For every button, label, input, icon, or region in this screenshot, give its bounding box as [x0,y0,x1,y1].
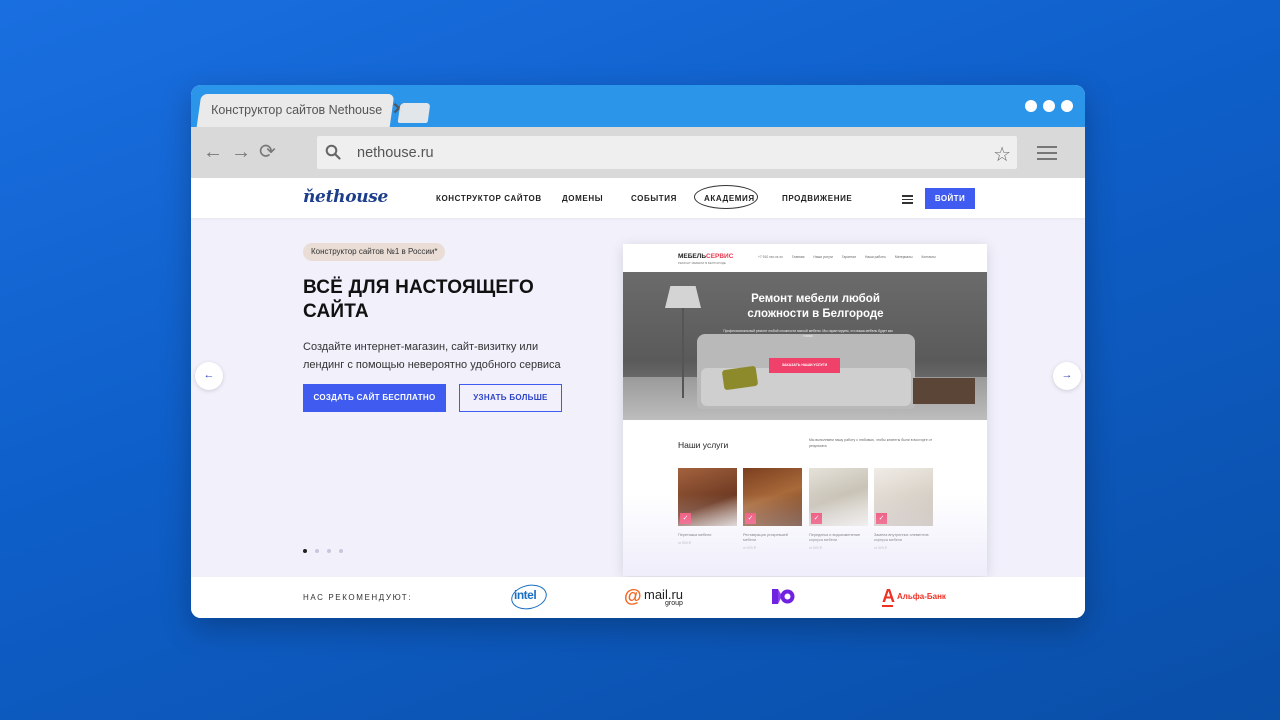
browser-tab[interactable]: Конструктор сайтов Nethouse ✕ [196,94,406,127]
hamburger-icon[interactable] [902,195,913,204]
preview-order-button: ЗАКАЗАТЬ НАШИ УСЛУГИ [769,358,840,373]
slide-dot[interactable] [315,549,319,553]
menu-item-constructor[interactable]: КОНСТРУКТОР САЙТОВ [436,194,542,203]
search-icon [325,144,341,160]
menu-item-domains[interactable]: ДОМЕНЫ [562,194,603,203]
learn-more-button[interactable]: УЗНАТЬ БОЛЬШЕ [459,384,562,412]
window-controls [1025,100,1073,112]
site-header: ňethouse КОНСТРУКТОР САЙТОВ ДОМЕНЫ СОБЫТ… [191,178,1085,218]
preview-menu: +7 910 xxx-xx-xx Главная Наши услуги Гар… [758,255,936,259]
intel-logo: intel [514,588,537,602]
yumoney-logo-icon [772,589,795,604]
alfa-underline [882,605,893,607]
hero-title: ВСЁ ДЛЯ НАСТОЯЩЕГО САЙТА [303,277,534,322]
back-arrow-icon[interactable]: ← [203,141,223,163]
preview-logo: МЕБЕЛЬСЕРВИС [678,253,734,260]
preview-header: МЕБЕЛЬСЕРВИС РЕМОНТ МЕБЕЛИ В БЕЛГОРОДЕ +… [623,244,987,272]
login-button[interactable]: ВОЙТИ [925,188,975,209]
menu-item-academy[interactable]: АКАДЕМИЯ [704,194,755,203]
prev-slide-button[interactable]: ← [195,362,223,390]
preview-fade [623,494,987,576]
lamp-pole [682,308,684,398]
site-preview: МЕБЕЛЬСЕРВИС РЕМОНТ МЕБЕЛИ В БЕЛГОРОДЕ +… [623,244,987,576]
recommend-label: НАС РЕКОМЕНДУЮТ: [303,593,413,602]
hero-badge: Конструктор сайтов №1 в России* [303,243,446,261]
alfa-bank-logo-icon: A [882,586,895,606]
preview-services-desc: Мы выполняем нашу работу с любовью, чтоб… [809,438,933,448]
browser-toolbar: ← → ⟳ nethouse.ru ☆ [191,127,1085,178]
create-site-button[interactable]: СОЗДАТЬ САЙТ БЕСПЛАТНО [303,384,446,412]
at-icon: @ [624,586,642,606]
url-text: nethouse.ru [357,145,434,161]
webpage: ňethouse КОНСТРУКТОР САЙТОВ ДОМЕНЫ СОБЫТ… [191,178,1085,618]
window-dot[interactable] [1043,100,1055,112]
preview-hero-title: Ремонт мебели любой сложности в Белгород… [747,293,884,320]
alfa-bank-logo: Альфа-Банк [897,592,946,601]
slide-dot[interactable] [327,549,331,553]
window-dot[interactable] [1025,100,1037,112]
slide-dot[interactable] [303,549,307,553]
slider-dots [303,549,343,553]
reload-icon[interactable]: ⟳ [259,141,276,163]
window-dot[interactable] [1061,100,1073,112]
new-tab-button[interactable] [397,103,431,123]
preview-logo-sub: РЕМОНТ МЕБЕЛИ В БЕЛГОРОДЕ [678,261,726,265]
site-logo[interactable]: ňethouse [303,187,388,207]
menu-item-promotion[interactable]: ПРОДВИЖЕНИЕ [782,194,852,203]
star-icon[interactable]: ☆ [993,142,1011,167]
tab-bar: Конструктор сайтов Nethouse ✕ [191,85,1085,127]
chest-image [913,378,975,404]
tab-title: Конструктор сайтов Nethouse [211,103,383,117]
recommend-bar: НАС РЕКОМЕНДУЮТ: intel @ mail.ru group A… [191,577,1085,618]
menu-icon[interactable] [1037,146,1057,160]
next-slide-button[interactable]: → [1053,362,1081,390]
mailru-group-text: group [665,600,683,607]
lamp-image [665,286,701,308]
slide-dot[interactable] [339,549,343,553]
browser-window: Конструктор сайтов Nethouse ✕ ← → ⟳ neth… [191,85,1085,618]
preview-services-title: Наши услуги [678,440,729,450]
menu-item-events[interactable]: СОБЫТИЯ [631,194,677,203]
hero-subtitle: Создайте интернет-магазин, сайт-визитку … [303,341,561,371]
preview-hero: Ремонт мебели любой сложности в Белгород… [623,272,987,420]
preview-hero-subtitle: Профессиональный ремонт любой сложности … [723,329,893,338]
address-bar[interactable]: nethouse.ru ☆ [317,136,1017,169]
forward-arrow-icon[interactable]: → [231,141,251,163]
